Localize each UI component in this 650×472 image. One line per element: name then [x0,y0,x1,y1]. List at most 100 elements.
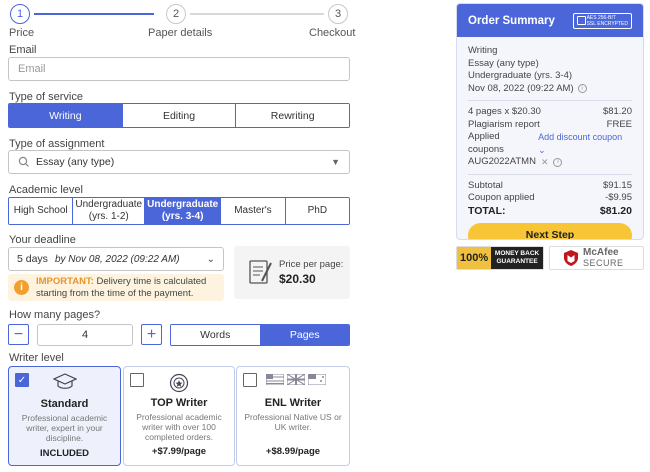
assignment-value: Essay (any type) [36,156,115,168]
step-3-label: Checkout [309,27,356,39]
summary-deadline: Nov 08, 2022 (09:22 AM) [468,82,574,94]
service-option-rewriting[interactable]: Rewriting [236,104,349,127]
award-badge-icon [169,373,189,393]
checkbox-checked-icon[interactable]: ✓ [15,373,29,387]
academic-option-undergrad-1-2[interactable]: Undergraduate (yrs. 1-2) [73,198,146,224]
mcafee-secure-badge: McAfee SECURE [549,246,644,270]
writer-top-desc: Professional academic writer with over 1… [136,412,222,442]
summary-subtotal-label: Subtotal [468,179,503,191]
pages-increment-button[interactable]: + [141,324,162,345]
order-summary-title: Order Summary [468,14,555,27]
summary-coupon-applied-label: Coupon applied [468,191,535,203]
order-summary: Order Summary AES 256-BIT SSL ENCRYPTED … [456,3,644,240]
step-2-circle: 2 [166,4,186,24]
ssl-encrypted-badge: AES 256-BIT SSL ENCRYPTED [572,12,632,29]
add-discount-coupon-link[interactable]: Add discount coupon ⌄ [538,131,632,156]
email-label: Email [9,44,37,56]
au-flag-icon [308,374,326,385]
summary-service: Writing [468,45,498,56]
deadline-date: by Nov 08, 2022 (09:22 AM) [54,253,180,265]
uk-flag-icon [287,374,305,385]
us-flag-icon [266,374,284,385]
service-label: Type of service [9,91,83,103]
step-1-circle: 1 [10,4,30,24]
price-per-page-box: Price per page: $20.30 [234,246,350,299]
graduation-cap-icon [53,373,77,389]
deadline-label: Your deadline [9,234,76,246]
pages-quantity-input[interactable]: 4 [37,324,133,346]
summary-total-value: $81.20 [599,204,632,217]
email-field[interactable]: Email [8,57,350,81]
summary-coupon-code: AUG2022ATMN [468,156,536,167]
step-progress-line-2 [190,13,324,15]
info-icon[interactable]: i [577,84,587,94]
writer-card-top[interactable]: TOP Writer Professional academic writer … [123,366,235,466]
step-3-circle: 3 [328,4,348,24]
academic-option-phd[interactable]: PhD [285,198,349,224]
chevron-down-icon: ▼ [331,157,340,167]
academic-option-masters[interactable]: Master's [221,198,286,224]
pages-unit-selector: Words Pages [170,324,350,346]
checkbox-unchecked-icon[interactable] [130,373,144,387]
money-back-guarantee-badge: 100% MONEY BACK GUARANTEE [456,246,544,270]
chevron-down-icon: ⌄ [206,253,215,265]
writer-enl-price: +$8.99/page [265,446,321,457]
summary-assignment: Essay (any type) [468,57,539,69]
deadline-notice: i IMPORTANT: Delivery time is calculated… [8,274,224,301]
order-summary-header: Order Summary AES 256-BIT SSL ENCRYPTED [457,4,643,37]
writer-enl-desc: Professional Native US or UK writer. [244,412,342,432]
summary-plagiarism-label: Plagiarism report [468,118,540,130]
step-1-label: Price [9,27,35,39]
writer-level-label: Writer level [9,352,64,364]
pages-decrement-button[interactable]: − [8,324,29,345]
summary-coupon-applied-value: -$9.95 [605,191,632,203]
summary-pages-line: 4 pages x $20.30 [468,106,541,117]
summary-level: Undergraduate (yrs. 3-4) [468,70,573,81]
service-option-writing[interactable]: Writing [9,104,123,127]
document-pen-icon [249,260,272,284]
academic-level-label: Academic level [9,184,83,196]
service-option-editing[interactable]: Editing [122,104,237,127]
remove-coupon-icon[interactable]: ✕ [541,156,549,169]
price-per-page-value: $20.30 [279,272,316,286]
writer-top-price: +$7.99/page [151,446,207,457]
summary-plagiarism-value: FREE [606,118,632,130]
mcafee-shield-icon [564,250,578,266]
deadline-days: 5 days [17,253,48,265]
summary-subtotal-value: $91.15 [602,179,632,191]
writer-card-standard[interactable]: ✓ Standard Professional academic writer,… [8,366,121,466]
writer-enl-title: ENL Writer [264,397,322,409]
info-icon: i [14,280,29,295]
email-placeholder: Email [18,63,46,75]
chevron-down-icon: ⌄ [538,144,546,155]
next-step-button[interactable]: Next Step [468,222,632,239]
pages-label: How many pages? [9,309,101,321]
writer-standard-price: INCLUDED [39,448,90,459]
summary-divider [468,100,632,101]
search-icon [18,156,29,167]
summary-coupons-label: Applied coupons [468,131,504,155]
summary-pages-amount: $81.20 [602,106,632,117]
academic-option-undergrad-3-4[interactable]: Undergraduate (yrs. 3-4) [145,198,222,224]
writer-top-title: TOP Writer [150,397,208,409]
unit-option-pages[interactable]: Pages [260,325,349,345]
pages-quantity-value: 4 [81,329,89,341]
price-per-page-label: Price per page: [279,259,344,270]
step-progress-line-1 [34,13,154,15]
service-selector: Writing Editing Rewriting [8,103,350,128]
writer-card-enl[interactable]: ENL Writer Professional Native US or UK … [236,366,350,466]
academic-level-selector: High School Undergraduate (yrs. 1-2) Und… [8,197,350,225]
info-icon[interactable]: i [553,157,563,167]
flags-icon [266,374,326,385]
writer-standard-title: Standard [40,398,89,410]
checkbox-unchecked-icon[interactable] [243,373,257,387]
deadline-select[interactable]: 5 days by Nov 08, 2022 (09:22 AM) ⌄ [8,247,224,271]
unit-option-words[interactable]: Words [171,325,261,345]
summary-total-label: TOTAL: [468,204,506,217]
writer-standard-desc: Professional academic writer, expert in … [21,413,108,443]
step-2-label: Paper details [148,27,213,39]
assignment-select[interactable]: Essay (any type) ▼ [8,150,350,174]
assignment-label: Type of assignment [9,138,105,150]
summary-divider [468,173,632,175]
academic-option-high-school[interactable]: High School [9,198,74,224]
